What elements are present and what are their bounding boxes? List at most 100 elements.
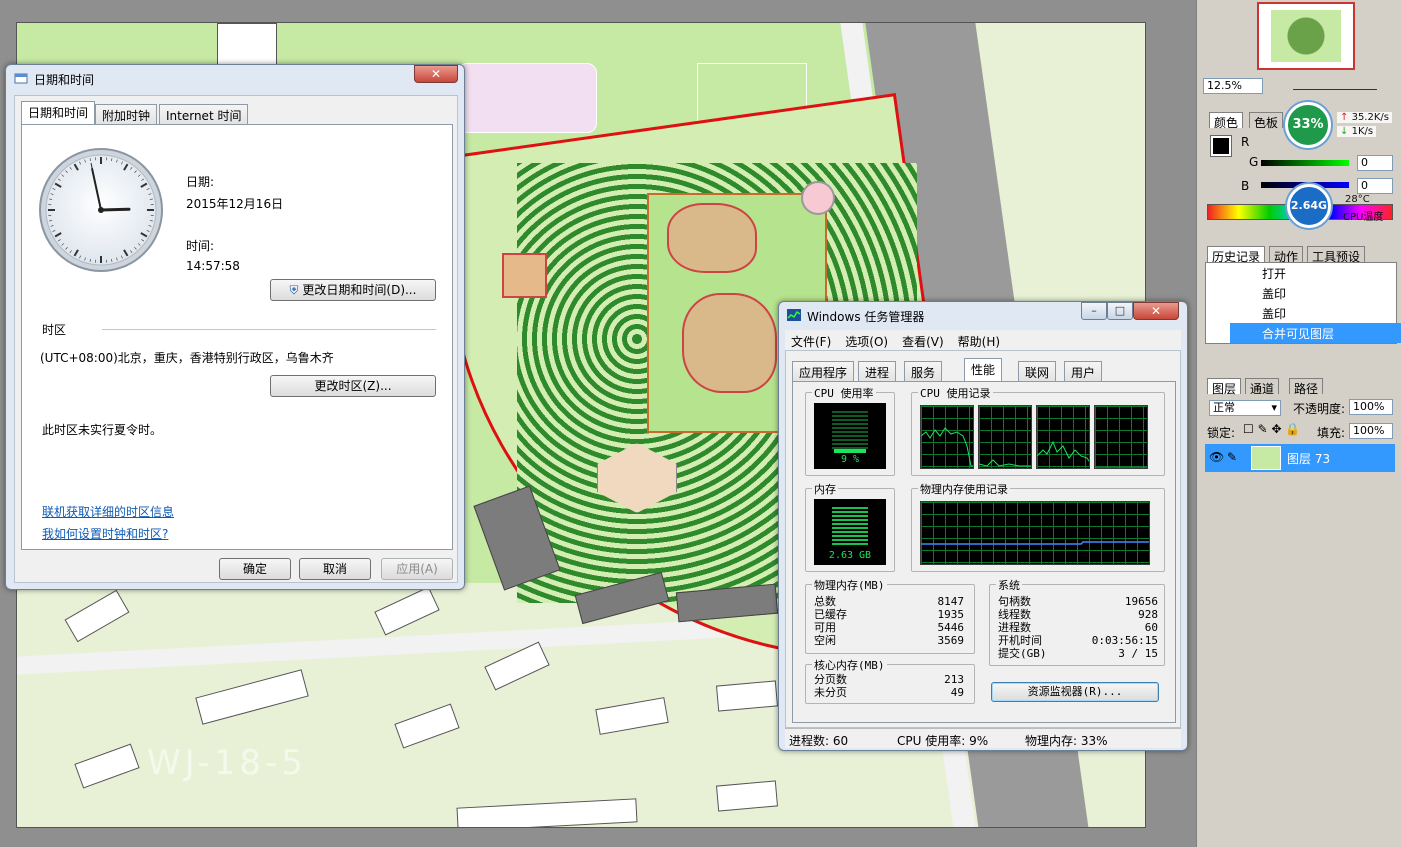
- date-time-dialog[interactable]: 日期和时间 ✕ 日期和时间 附加时钟 Internet 时间 日期: 2015年…: [5, 64, 465, 590]
- tab-performance[interactable]: 性能: [964, 358, 1003, 381]
- task-manager-window[interactable]: Windows 任务管理器 – □ ✕ 文件(F) 选项(O) 查看(V) 帮助…: [778, 301, 1188, 751]
- navigator-thumbnail[interactable]: [1257, 2, 1355, 70]
- tab-users[interactable]: 用户: [1064, 361, 1103, 381]
- stat-row: 线程数 928: [998, 608, 1158, 621]
- tab-paths[interactable]: 路径: [1289, 378, 1324, 396]
- time-label: 时间:: [186, 239, 215, 253]
- residential-building: [74, 743, 140, 789]
- stat-row: 句柄数 19656: [998, 595, 1158, 608]
- memory-meter: 2.63 GB: [814, 499, 886, 565]
- opacity-label: 不透明度:: [1293, 402, 1346, 416]
- help-link[interactable]: 我如何设置时钟和时区?: [42, 525, 168, 542]
- residential-building: [595, 697, 669, 735]
- tab-layers[interactable]: 图层: [1207, 378, 1242, 396]
- history-item[interactable]: 盖印: [1230, 303, 1401, 323]
- download-speed: ↓ 1K/s: [1337, 126, 1377, 137]
- tab-color[interactable]: 颜色: [1209, 112, 1244, 130]
- layer-row-selected[interactable]: 👁 ✎ 图层 73: [1205, 444, 1395, 472]
- shield-icon: ⛨: [289, 283, 299, 297]
- stat-row: 可用 5446: [814, 621, 964, 634]
- tab-history[interactable]: 历史记录: [1207, 246, 1266, 264]
- residential-building: [374, 586, 440, 636]
- g-slider[interactable]: [1261, 160, 1349, 166]
- sand-plaza-south: [682, 293, 777, 393]
- ok-button[interactable]: 确定: [219, 558, 291, 580]
- close-button[interactable]: ✕: [414, 65, 458, 83]
- menu-help[interactable]: 帮助(H): [958, 333, 1000, 350]
- cpu-core-graph-3: [1036, 405, 1090, 469]
- fill-field[interactable]: 100%: [1349, 423, 1393, 439]
- stat-row: 分页数 213: [814, 673, 964, 686]
- tab-processes[interactable]: 进程: [858, 361, 897, 381]
- stat-row: 进程数 60: [998, 621, 1158, 634]
- tab-internet-time[interactable]: Internet 时间: [159, 104, 249, 124]
- foreground-color-swatch[interactable]: [1210, 135, 1232, 157]
- layer-thumbnail: [1251, 446, 1281, 470]
- history-item-selected[interactable]: 合并可见图层: [1230, 323, 1401, 343]
- menu-view[interactable]: 查看(V): [902, 333, 944, 350]
- channel-g-label: G: [1249, 155, 1259, 169]
- history-item[interactable]: 打开: [1230, 263, 1401, 283]
- dst-note: 此时区未实行夏令时。: [42, 423, 163, 437]
- eye-icon[interactable]: 👁: [1209, 450, 1224, 464]
- tab-actions[interactable]: 动作: [1269, 246, 1304, 264]
- close-button[interactable]: ✕: [1133, 302, 1179, 320]
- history-item[interactable]: 盖印: [1230, 283, 1401, 303]
- phys-mem-graph: [920, 501, 1150, 565]
- fill-label: 填充:: [1317, 426, 1346, 440]
- minimize-icon: –: [1091, 304, 1097, 317]
- lock-icons[interactable]: ☐ ✎ ✥ 🔒: [1243, 422, 1300, 436]
- kernel-mem-stats: 分页数 213 未分页 49: [814, 673, 964, 699]
- tab-networking[interactable]: 联网: [1018, 361, 1057, 381]
- apply-button[interactable]: 应用(A): [381, 558, 453, 580]
- kernel-mem-group: 核心内存(MB) 分页数 213 未分页 49: [805, 657, 975, 704]
- zoom-slider[interactable]: [1293, 78, 1377, 90]
- phys-mem-history-group: 物理内存使用记录: [911, 481, 1165, 572]
- sports-field: [457, 63, 597, 133]
- change-date-time-button[interactable]: ⛨ 更改日期和时间(D)...: [270, 279, 436, 301]
- blend-mode-select[interactable]: 正常 ▾: [1209, 400, 1281, 416]
- maximize-icon: □: [1114, 304, 1126, 317]
- g-value[interactable]: 0: [1357, 155, 1393, 171]
- performance-panel: CPU 使用率 9 % CPU 使用记录 内存 2.63 GB 物理内存使用记录…: [792, 381, 1176, 723]
- cpu-core-graph-2: [978, 405, 1032, 469]
- minimize-button[interactable]: –: [1081, 302, 1107, 320]
- cancel-button[interactable]: 取消: [299, 558, 371, 580]
- status-memory: 物理内存: 33%: [1025, 734, 1108, 748]
- sand-plaza-north: [667, 203, 757, 273]
- menu-options[interactable]: 选项(O): [845, 333, 888, 350]
- tab-services[interactable]: 服务: [904, 361, 943, 381]
- phys-mem-stats: 总数 8147 已缓存 1935 可用 5446 空闲 3569: [814, 595, 964, 647]
- cpu-core-graph-4: [1094, 405, 1148, 469]
- change-timezone-button[interactable]: 更改时区(Z)...: [270, 375, 436, 397]
- tab-panel: 日期: 2015年12月16日 时间: 14:57:58 ⛨ 更改日期和时间(D…: [21, 124, 453, 550]
- cpu-history-label: CPU 使用记录: [918, 385, 993, 401]
- phys-mem-stats-group: 物理内存(MB) 总数 8147 已缓存 1935 可用 5446 空闲 3569: [805, 577, 975, 654]
- cpu-core-graph-1: [920, 405, 974, 469]
- resource-monitor-button[interactable]: 资源监视器(R)...: [991, 682, 1159, 702]
- tab-additional-clocks[interactable]: 附加时钟: [95, 104, 158, 124]
- phys-mem-history-label: 物理内存使用记录: [918, 481, 1010, 497]
- kernel-mem-group-label: 核心内存(MB): [812, 657, 887, 673]
- history-list: 打开 盖印 盖印 合并可见图层: [1205, 262, 1401, 344]
- date-time-icon: [14, 73, 28, 84]
- residential-building: [456, 798, 638, 827]
- timezone-info-link[interactable]: 联机获取详细的时区信息: [42, 503, 174, 520]
- timezone-value: (UTC+08:00)北京，重庆，香港特别行政区，乌鲁木齐: [40, 351, 334, 365]
- opacity-field[interactable]: 100%: [1349, 399, 1393, 415]
- b-value[interactable]: 0: [1357, 178, 1393, 194]
- tab-applications[interactable]: 应用程序: [792, 361, 855, 381]
- task-manager-icon: [787, 309, 801, 321]
- tab-channels[interactable]: 通道: [1245, 378, 1280, 396]
- tab-tool-presets[interactable]: 工具预设: [1307, 246, 1366, 264]
- menu-file[interactable]: 文件(F): [791, 333, 831, 350]
- zoom-field[interactable]: 12.5%: [1203, 78, 1263, 94]
- tab-date-time[interactable]: 日期和时间: [21, 101, 96, 124]
- memory-gauge[interactable]: 2.64G: [1287, 184, 1331, 228]
- network-gauge[interactable]: 33%: [1285, 102, 1331, 148]
- tab-swatches[interactable]: 色板: [1249, 112, 1284, 130]
- right-panels: 12.5% 颜色 色板 R G B 0 0 33% ↑ 35.2K/s ↓ 1K…: [1196, 0, 1401, 847]
- round-pavilion: [801, 181, 835, 215]
- title-bar[interactable]: 日期和时间: [6, 65, 464, 91]
- maximize-button[interactable]: □: [1107, 302, 1133, 320]
